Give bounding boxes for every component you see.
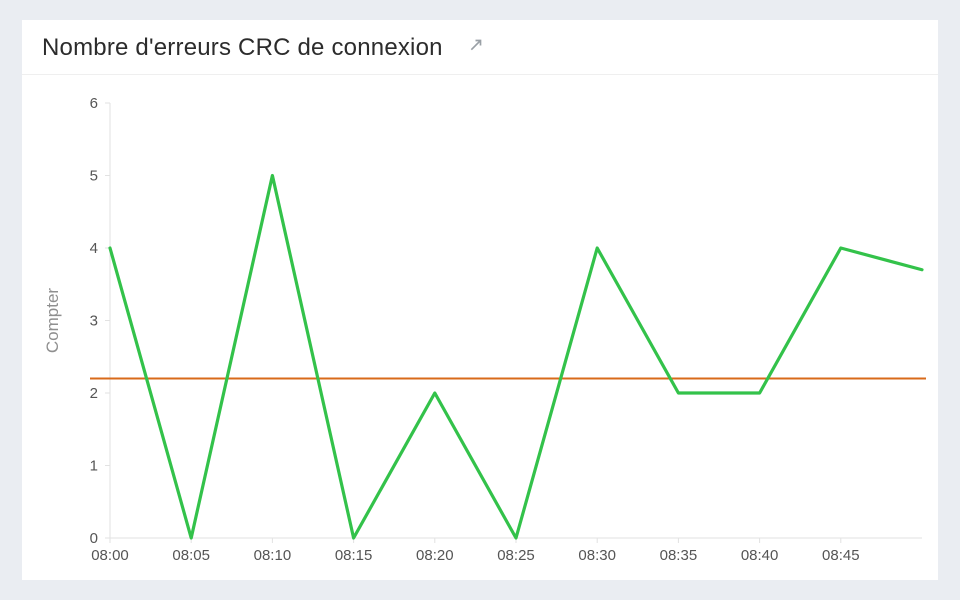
x-tick-label: 08:05 bbox=[172, 547, 210, 564]
chart-panel: Nombre d'erreurs CRC de connexion 0 1 2 3 4 5… bbox=[22, 20, 938, 580]
x-tick-label: 08:20 bbox=[416, 547, 454, 564]
line-chart: 0 1 2 3 4 5 6 08:00 08:05 08:10 08:15 08:20 08:25 08:… bbox=[32, 93, 928, 572]
y-tick-label: 0 bbox=[90, 530, 98, 547]
panel-header: Nombre d'erreurs CRC de connexion bbox=[22, 20, 938, 75]
x-tick-label: 08:40 bbox=[741, 547, 779, 564]
x-tick-label: 08:45 bbox=[822, 547, 860, 564]
y-tick-label: 1 bbox=[90, 458, 98, 475]
x-tick-label: 08:35 bbox=[660, 547, 698, 564]
open-in-new-icon[interactable] bbox=[463, 38, 483, 58]
panel-title: Nombre d'erreurs CRC de connexion bbox=[42, 34, 443, 62]
x-tick-label: 08:00 bbox=[91, 547, 129, 564]
y-tick-label: 4 bbox=[90, 240, 98, 257]
x-tick-label: 08:30 bbox=[578, 547, 616, 564]
y-tick-label: 2 bbox=[90, 385, 98, 402]
y-axis-title: Compter bbox=[43, 288, 62, 354]
x-tick-label: 08:15 bbox=[335, 547, 373, 564]
y-tick-label: 6 bbox=[90, 95, 98, 112]
series-line bbox=[110, 176, 922, 539]
x-tick-label: 08:10 bbox=[254, 547, 292, 564]
y-tick-label: 3 bbox=[90, 313, 98, 330]
y-tick-label: 5 bbox=[90, 168, 98, 185]
chart-area: 0 1 2 3 4 5 6 08:00 08:05 08:10 08:15 08:20 08:25 08:… bbox=[22, 75, 938, 580]
x-tick-label: 08:25 bbox=[497, 547, 535, 564]
